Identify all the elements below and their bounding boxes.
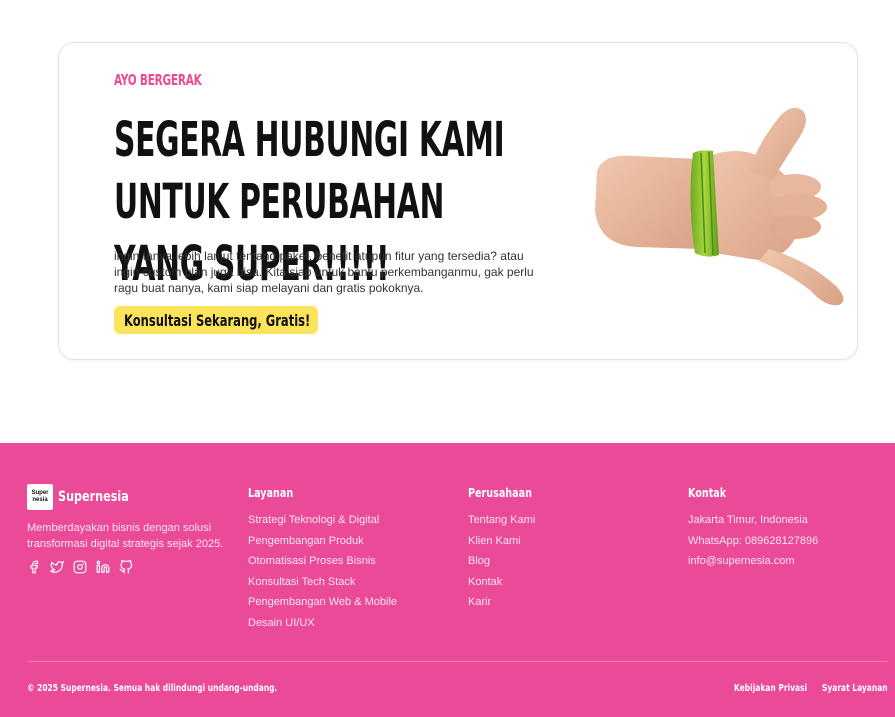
- footer-divider: [27, 661, 888, 662]
- footer-link[interactable]: Otomatisasi Proses Bisnis: [248, 551, 397, 572]
- footer-brand[interactable]: Super nesia Supernesia: [27, 484, 147, 510]
- consult-button[interactable]: Konsultasi Sekarang, Gratis!: [114, 306, 318, 334]
- twitter-icon[interactable]: [50, 560, 64, 574]
- footer-link[interactable]: Blog: [468, 551, 548, 572]
- footer-link[interactable]: Kontak: [468, 572, 548, 593]
- footer-column-title: Layanan: [248, 486, 294, 500]
- footer-link[interactable]: Klien Kami: [468, 531, 548, 552]
- contact-email[interactable]: info@supernesia.com: [688, 551, 818, 572]
- facebook-icon[interactable]: [27, 560, 41, 574]
- shaka-hand-illustration: [595, 107, 844, 306]
- footer-link[interactable]: Tentang Kami: [468, 510, 548, 531]
- instagram-icon[interactable]: [73, 560, 87, 574]
- brand-logo: Super nesia: [27, 484, 53, 510]
- cta-eyebrow: AYO BERGERAK: [114, 71, 202, 89]
- footer-link[interactable]: Karir: [468, 592, 548, 613]
- footer-column-layanan: Layanan Strategi Teknologi & Digital Pen…: [248, 486, 397, 634]
- copyright-text: © 2025 Supernesia. Semua hak dilindungi …: [27, 683, 278, 694]
- consult-button-label: Konsultasi Sekarang, Gratis!: [124, 310, 311, 330]
- github-icon[interactable]: [119, 560, 133, 574]
- terms-of-service-link[interactable]: Syarat Layanan: [822, 683, 888, 694]
- footer-link[interactable]: Konsultasi Tech Stack: [248, 572, 397, 593]
- footer-link[interactable]: Pengembangan Produk: [248, 531, 397, 552]
- privacy-policy-link[interactable]: Kebijakan Privasi: [734, 683, 807, 694]
- footer-link[interactable]: Strategi Teknologi & Digital: [248, 510, 397, 531]
- contact-address: Jakarta Timur, Indonesia: [688, 514, 808, 526]
- footer-column-kontak: Kontak Jakarta Timur, Indonesia WhatsApp…: [688, 486, 818, 572]
- cta-description: ingin tanya lebih lanjut tentang paket, …: [114, 249, 534, 295]
- social-links: [27, 560, 133, 574]
- footer-link[interactable]: Desain UI/UX: [248, 613, 397, 634]
- brand-name: Supernesia: [58, 489, 129, 505]
- cta-card: AYO BERGERAK SEGERA HUBUNGI KAMI UNTUK P…: [58, 42, 858, 360]
- linkedin-icon[interactable]: [96, 560, 110, 574]
- footer-link[interactable]: Pengembangan Web & Mobile: [248, 592, 397, 613]
- footer-column-perusahaan: Perusahaan Tentang Kami Klien Kami Blog …: [468, 486, 548, 613]
- contact-whatsapp[interactable]: WhatsApp: 089628127896: [688, 531, 818, 552]
- brand-tagline: Memberdayakan bisnis dengan solusi trans…: [27, 522, 224, 550]
- site-footer: Super nesia Supernesia Memberdayakan bis…: [0, 443, 895, 717]
- footer-column-title: Perusahaan: [468, 486, 532, 500]
- footer-column-title: Kontak: [688, 486, 727, 500]
